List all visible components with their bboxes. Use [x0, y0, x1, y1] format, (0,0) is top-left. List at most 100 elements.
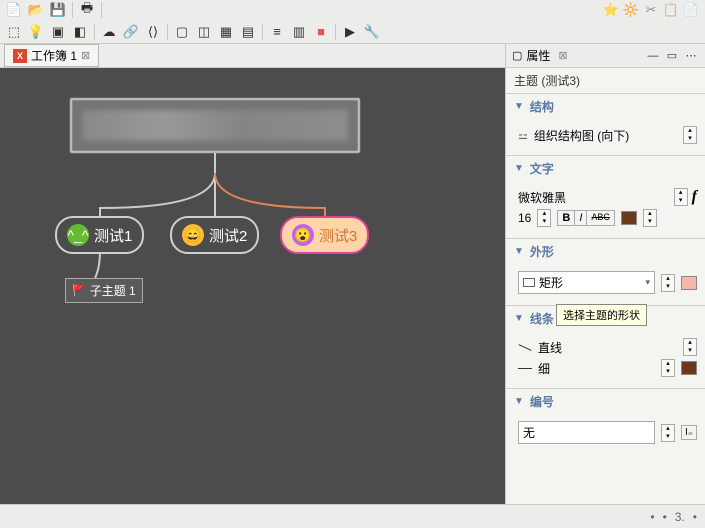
- section-title: 外形: [530, 243, 554, 260]
- line-spinner[interactable]: ▴▾: [683, 338, 697, 356]
- node-test1[interactable]: ^_^ 测试1: [55, 216, 144, 254]
- mindmap-canvas[interactable]: ^_^ 测试1 😄 测试2 😮 测试3 🚩 子主题 1: [0, 68, 505, 504]
- shape-header[interactable]: ▼ 外形: [506, 239, 705, 264]
- minimize-icon[interactable]: —: [645, 48, 661, 64]
- format-toolbar: ⬚ 💡 ▣ ◧ ☁ 🔗 ⟨⟩ ▢ ◫ ▦ ▤ ≡ ▥ ■ ▶ 🔧: [0, 20, 705, 44]
- number-spinner[interactable]: ▴▾: [661, 424, 675, 442]
- tab-close-icon[interactable]: ⊠: [81, 49, 90, 62]
- brackets-icon[interactable]: ⟨⟩: [145, 24, 161, 40]
- section-number: ▼ 编号 无 ▴▾ I₌: [506, 388, 705, 455]
- box2-icon[interactable]: ◫: [196, 24, 212, 40]
- print-icon[interactable]: 🖶: [79, 2, 95, 18]
- trail-dot[interactable]: •: [663, 510, 667, 524]
- section-title: 文字: [530, 160, 554, 177]
- red-icon[interactable]: ■: [313, 24, 329, 40]
- surprise-purple-icon: 😮: [292, 224, 314, 246]
- line-style[interactable]: 直线: [538, 339, 562, 356]
- play-icon[interactable]: ▶: [342, 24, 358, 40]
- number-format-icon[interactable]: I₌: [681, 425, 697, 440]
- flag-icon: 🚩: [72, 284, 86, 297]
- child-subtopic[interactable]: 🚩 子主题 1: [65, 278, 143, 303]
- tree-icon[interactable]: ▣: [50, 24, 66, 40]
- structure-spinner[interactable]: ▴▾: [683, 126, 697, 144]
- status-bar: • • 3. •: [0, 504, 705, 528]
- node-icon[interactable]: ◧: [72, 24, 88, 40]
- separator: [101, 2, 102, 18]
- breadcrumb-trail: • • 3. •: [650, 510, 697, 524]
- cloud-icon[interactable]: ☁: [101, 24, 117, 40]
- box3-icon[interactable]: ▦: [218, 24, 234, 40]
- properties-panel: ▢ 属性 ⊠ — ▭ ⋯ 主题 (测试3) ▼ 结构 ⚍ 组织结构图 (向下) …: [505, 44, 705, 504]
- italic-button[interactable]: I: [575, 211, 587, 225]
- font-name[interactable]: 微软雅黑: [518, 189, 670, 206]
- main-toolbar: 📄 📂 💾 🖶 ⭐ 🔆 ✂ 📋 📄: [0, 0, 705, 20]
- workbook-tab[interactable]: X 工作簿 1 ⊠: [4, 44, 99, 67]
- shape-value: 矩形: [539, 274, 563, 291]
- number-dropdown[interactable]: 无: [518, 421, 655, 444]
- text-header[interactable]: ▼ 文字: [506, 156, 705, 181]
- open-icon[interactable]: 📂: [28, 2, 44, 18]
- menu-icon[interactable]: ⋯: [683, 48, 699, 64]
- smile-green-icon: ^_^: [67, 224, 89, 246]
- shape-dropdown[interactable]: 矩形 ▾: [518, 271, 655, 294]
- line-weight[interactable]: 细: [538, 360, 550, 377]
- node-test2[interactable]: 😄 测试2: [170, 216, 259, 254]
- box1-icon[interactable]: ▢: [174, 24, 190, 40]
- separator: [262, 24, 263, 40]
- structure-header[interactable]: ▼ 结构: [506, 94, 705, 119]
- bulb-icon[interactable]: 💡: [28, 24, 44, 40]
- size-spinner[interactable]: ▴▾: [537, 209, 551, 227]
- collapse-icon: ▼: [514, 313, 524, 324]
- align1-icon[interactable]: ≡: [269, 24, 285, 40]
- section-structure: ▼ 结构 ⚍ 组织结构图 (向下) ▴▾: [506, 93, 705, 155]
- props-header: ▢ 属性 ⊠ — ▭ ⋯: [506, 44, 705, 68]
- trail-dot[interactable]: •: [650, 510, 654, 524]
- shape-tooltip: 选择主题的形状: [556, 304, 647, 326]
- root-content-blur: [82, 110, 348, 141]
- separator: [335, 24, 336, 40]
- text-color-swatch[interactable]: [621, 211, 637, 225]
- tool-icon[interactable]: 🔧: [364, 24, 380, 40]
- font-size[interactable]: 16: [518, 211, 531, 225]
- copy-icon[interactable]: 📋: [663, 2, 679, 18]
- collapse-icon: ▼: [514, 246, 524, 257]
- bold-button[interactable]: B: [558, 211, 575, 225]
- smile-yellow-icon: 😄: [182, 224, 204, 246]
- topic-indicator: 主题 (测试3): [506, 68, 705, 93]
- box4-icon[interactable]: ▤: [240, 24, 256, 40]
- link-icon[interactable]: 🔗: [123, 24, 139, 40]
- align2-icon[interactable]: ▥: [291, 24, 307, 40]
- drop-icon[interactable]: 🔆: [623, 2, 639, 18]
- font-spinner[interactable]: ▴▾: [674, 188, 688, 206]
- line-style-row: 直线 ▴▾: [518, 338, 697, 356]
- collapse-icon: ▼: [514, 101, 524, 112]
- strike-button[interactable]: ABC: [587, 211, 614, 225]
- italic-sample-icon[interactable]: f: [692, 188, 697, 206]
- style-buttons: B I ABC: [557, 210, 615, 226]
- section-title: 编号: [530, 393, 554, 410]
- line-color-swatch[interactable]: [681, 361, 697, 375]
- paste-icon[interactable]: 📄: [683, 2, 699, 18]
- weight-spinner[interactable]: ▴▾: [661, 359, 675, 377]
- new-icon[interactable]: 📄: [6, 2, 22, 18]
- tab-label: 工作簿 1: [31, 47, 77, 64]
- collapse-icon: ▼: [514, 396, 524, 407]
- node-label: 测试2: [209, 225, 247, 246]
- props-close-icon[interactable]: ⊠: [558, 49, 567, 62]
- shape-spinner[interactable]: ▴▾: [661, 274, 675, 292]
- trail-dot[interactable]: •: [693, 510, 697, 524]
- star-icon[interactable]: ⭐: [603, 2, 619, 18]
- color-spinner[interactable]: ▴▾: [643, 209, 657, 227]
- weight-icon: [518, 368, 532, 369]
- root-node[interactable]: [70, 98, 360, 153]
- home-icon[interactable]: ⬚: [6, 24, 22, 40]
- save-icon[interactable]: 💾: [50, 2, 66, 18]
- number-value: 无: [523, 424, 535, 441]
- number-header[interactable]: ▼ 编号: [506, 389, 705, 414]
- fill-color-swatch[interactable]: [681, 276, 697, 290]
- cut-icon[interactable]: ✂: [643, 2, 659, 18]
- node-test3-selected[interactable]: 😮 测试3: [280, 216, 369, 254]
- dock-icon[interactable]: ▭: [664, 48, 680, 64]
- canvas-area: X 工作簿 1 ⊠ ^_^ 测试1 😄 测试2: [0, 44, 505, 504]
- section-text: ▼ 文字 微软雅黑 ▴▾ f 16 ▴▾ B I ABC: [506, 155, 705, 238]
